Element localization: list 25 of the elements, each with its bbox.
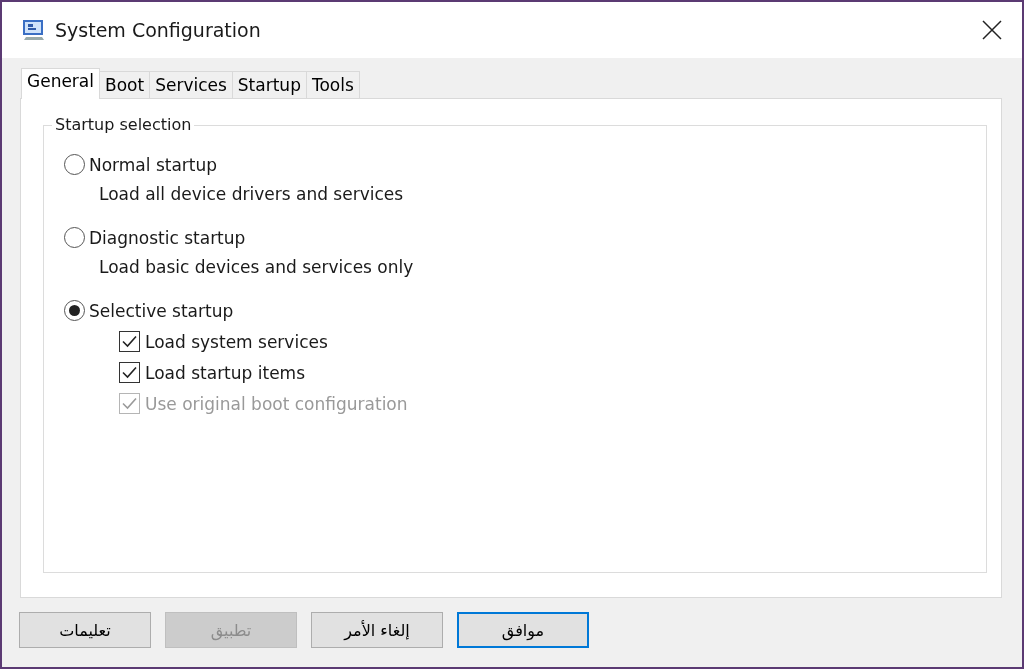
tab[interactable]: Startup xyxy=(231,71,307,98)
option-description: Load basic devices and services only xyxy=(99,257,415,277)
option-label: Diagnostic startup xyxy=(89,227,246,248)
radio-option[interactable]: Diagnostic startup xyxy=(64,227,986,248)
option-label: Selective startup xyxy=(89,300,234,321)
radio-button[interactable] xyxy=(64,227,85,248)
app-icon xyxy=(22,18,46,42)
checkbox-label: Load system services xyxy=(145,331,328,352)
checkbox-label: Load startup items xyxy=(145,362,305,383)
dialog-button[interactable]: إلغاء الأمر xyxy=(311,612,443,648)
window-title: System Configuration xyxy=(55,19,262,41)
checkbox[interactable] xyxy=(119,331,140,352)
tab[interactable]: General xyxy=(21,68,100,99)
checkbox-label: Use original boot configuration xyxy=(145,393,408,414)
dialog-button[interactable]: تعليمات xyxy=(19,612,151,648)
radio-button[interactable] xyxy=(64,300,85,321)
tab[interactable]: Tools xyxy=(305,71,360,98)
radio-button[interactable] xyxy=(64,154,85,175)
option-label: Normal startup xyxy=(89,154,218,175)
radio-option[interactable]: Normal startup xyxy=(64,154,986,175)
radio-option[interactable]: Selective startup xyxy=(64,300,986,321)
option-description: Load all device drivers and services xyxy=(99,184,405,204)
checkbox[interactable] xyxy=(119,362,140,383)
dialog-button[interactable]: موافق xyxy=(457,612,589,648)
group-title: Startup selection xyxy=(52,115,195,134)
